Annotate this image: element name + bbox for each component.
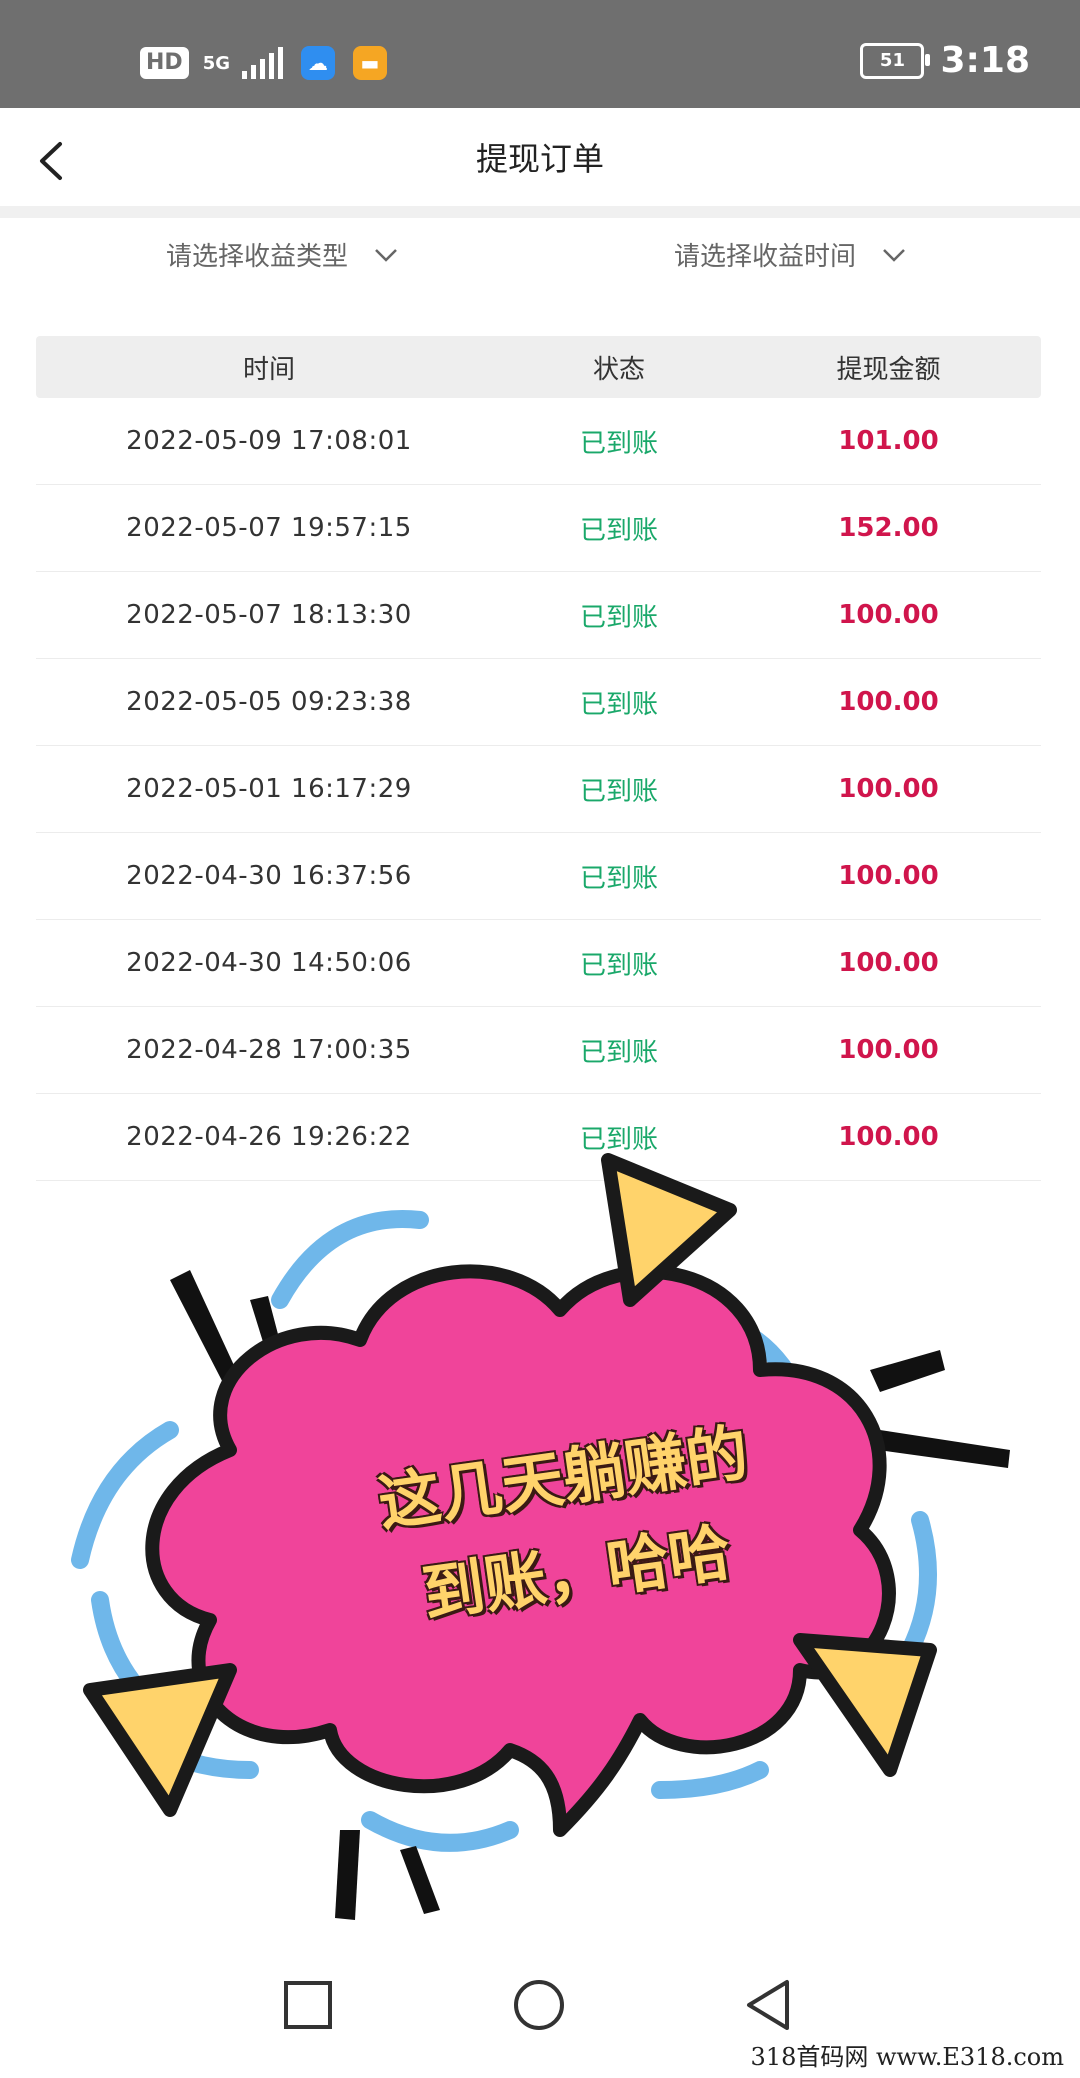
row-amount: 100.00 [838, 774, 939, 804]
status-left: HD 5G ☁ ▬ [140, 46, 387, 80]
income-time-dropdown[interactable]: 请选择收益时间 [674, 236, 906, 273]
row-amount: 100.00 [838, 600, 939, 630]
table-row: 2022-05-09 17:08:01 已到账 101.00 [36, 398, 1041, 485]
row-amount: 100.00 [838, 948, 939, 978]
row-status: 已到账 [579, 1037, 658, 1068]
home-button[interactable] [504, 1970, 574, 2040]
row-time: 2022-05-07 19:57:15 [126, 513, 412, 543]
row-amount: 100.00 [838, 861, 939, 891]
message-app-icon: ▬ [353, 46, 387, 80]
chevron-down-icon [883, 248, 905, 262]
row-status: 已到账 [579, 428, 658, 459]
row-status: 已到账 [579, 602, 658, 633]
column-amount: 提现金额 [836, 354, 941, 385]
hd-icon: HD [140, 47, 189, 79]
column-status: 状态 [592, 354, 645, 385]
row-time: 2022-04-28 17:00:35 [126, 1035, 412, 1065]
row-status: 已到账 [579, 515, 658, 546]
table-row: 2022-05-07 18:13:30 已到账 100.00 [36, 572, 1041, 659]
table-row: 2022-04-30 16:37:56 已到账 100.00 [36, 833, 1041, 920]
table-row: 2022-04-30 14:50:06 已到账 100.00 [36, 920, 1041, 1007]
triangle-left [83, 1663, 237, 1817]
battery-level: 51 [879, 50, 905, 71]
row-status: 已到账 [579, 950, 658, 981]
row-time: 2022-05-09 17:08:01 [126, 426, 412, 456]
cloud-app-icon: ☁ [301, 46, 335, 80]
home-icon [514, 1980, 564, 2030]
row-amount: 100.00 [838, 687, 939, 717]
battery-icon: 51 [860, 42, 931, 79]
income-type-dropdown[interactable]: 请选择收益类型 [166, 236, 398, 273]
income-time-label: 请选择收益时间 [674, 242, 857, 272]
table-body: 2022-05-09 17:08:01 已到账 101.00 2022-05-07 1… [36, 398, 1041, 1181]
row-time: 2022-05-07 18:13:30 [126, 600, 412, 630]
column-time: 时间 [242, 354, 295, 385]
row-status: 已到账 [579, 776, 658, 807]
watermark: 318首码网 www.E318.com [746, 2037, 1068, 2072]
row-time: 2022-05-05 09:23:38 [126, 687, 412, 717]
status-right: 51 3:18 [860, 40, 1030, 81]
row-status: 已到账 [579, 689, 658, 720]
network-label: 5G [202, 52, 230, 74]
table-row: 2022-05-07 19:57:15 已到账 152.00 [36, 485, 1041, 572]
table-row: 2022-05-01 16:17:29 已到账 100.00 [36, 746, 1041, 833]
divider [0, 206, 1080, 218]
row-time: 2022-04-30 14:50:06 [126, 948, 412, 978]
withdraw-table: 时间 状态 提现金额 2022-05-09 17:08:01 已到账 101.00 2… [36, 336, 1041, 1181]
signal-icon [242, 47, 283, 79]
row-amount: 101.00 [838, 426, 939, 456]
title-bar: 提现订单 [0, 108, 1080, 208]
table-row: 2022-04-28 17:00:35 已到账 100.00 [36, 1007, 1041, 1094]
row-status: 已到账 [579, 863, 658, 894]
filters: 请选择收益类型 请选择收益时间 [0, 236, 1080, 292]
promo-sticker: 这几天躺赚的 到账，哈哈 [40, 1130, 1040, 1930]
back-triangle-icon [747, 1980, 789, 2030]
clock: 3:18 [940, 40, 1030, 81]
table-row: 2022-05-05 09:23:38 已到账 100.00 [36, 659, 1041, 746]
triangle-right [793, 1633, 937, 1777]
income-type-label: 请选择收益类型 [166, 242, 349, 272]
recent-apps-button[interactable] [273, 1970, 343, 2040]
recent-apps-icon [284, 1981, 332, 2029]
row-time: 2022-05-01 16:17:29 [126, 774, 412, 804]
row-amount: 100.00 [838, 1035, 939, 1065]
table-header: 时间 状态 提现金额 [36, 336, 1041, 398]
chevron-down-icon [375, 248, 397, 262]
row-amount: 152.00 [838, 513, 939, 543]
page-title: 提现订单 [475, 140, 604, 178]
status-bar: HD 5G ☁ ▬ 51 3:18 [0, 0, 1080, 108]
row-time: 2022-04-30 16:37:56 [126, 861, 412, 891]
nav-back-button[interactable] [735, 1970, 805, 2040]
